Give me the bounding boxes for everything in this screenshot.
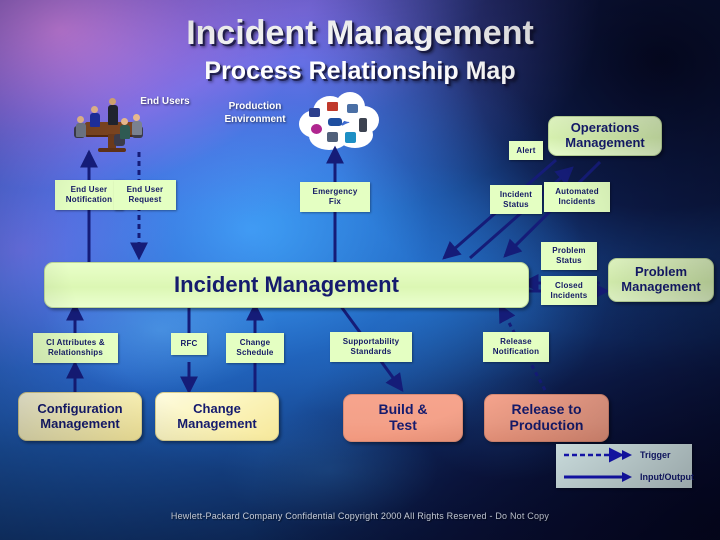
input-output-arrow-icon <box>564 472 632 482</box>
process-box-release-to-production[interactable]: Release to Production <box>484 394 609 442</box>
page-title: Incident Management <box>186 14 534 52</box>
legend-label-trigger: Trigger <box>640 450 671 460</box>
flow-label-release-notification: Release Notification <box>483 332 549 362</box>
trigger-arrow-icon <box>564 447 632 463</box>
flow-label-problem-status: Problem Status <box>541 242 597 270</box>
flow-label-end-user-request: End User Request <box>114 180 176 210</box>
process-box-problem-management[interactable]: Problem Management <box>608 258 714 302</box>
slide-canvas: Incident Management Process Relationship… <box>0 0 720 540</box>
flow-label-incident-status: Incident Status <box>490 185 542 214</box>
production-environment-cloud <box>299 92 381 154</box>
legend-row-trigger: Trigger <box>556 444 692 466</box>
legend-row-input-output: Input/Output <box>556 466 694 488</box>
flow-label-ci-attributes-relationships: CI Attributes & Relationships <box>33 333 118 363</box>
person-shape <box>108 98 118 125</box>
flow-label-rfc: RFC <box>171 333 207 355</box>
flow-label-emergency-fix: Emergency Fix <box>300 182 370 212</box>
process-box-change-management[interactable]: Change Management <box>155 392 279 441</box>
production-environment-label: Production Environment <box>224 101 286 125</box>
end-users-label: End Users <box>140 96 190 107</box>
flow-label-alert: Alert <box>509 141 543 160</box>
flow-label-change-schedule: Change Schedule <box>226 333 284 363</box>
legend-label-input-output: Input/Output <box>640 472 694 482</box>
process-box-incident-management[interactable]: Incident Management <box>44 262 529 308</box>
process-box-build-test[interactable]: Build & Test <box>343 394 463 442</box>
flow-label-closed-incidents: Closed Incidents <box>541 276 597 305</box>
process-box-configuration-management[interactable]: Configuration Management <box>18 392 142 441</box>
flow-label-end-user-notification: End User Notification <box>55 180 123 210</box>
legend: Trigger Input/Output <box>556 444 694 488</box>
person-shape <box>120 118 130 139</box>
flow-label-supportability-standards: Supportability Standards <box>330 332 412 362</box>
table-base-shape <box>98 148 126 152</box>
flow-label-automated-incidents: Automated Incidents <box>544 182 610 212</box>
page-subtitle: Process Relationship Map <box>204 57 516 85</box>
person-shape <box>90 106 100 127</box>
person-shape <box>76 116 86 137</box>
person-shape <box>132 114 142 135</box>
footer-copyright: Hewlett-Packard Company Confidential Cop… <box>170 511 550 521</box>
process-box-operations-management[interactable]: Operations Management <box>548 116 662 156</box>
